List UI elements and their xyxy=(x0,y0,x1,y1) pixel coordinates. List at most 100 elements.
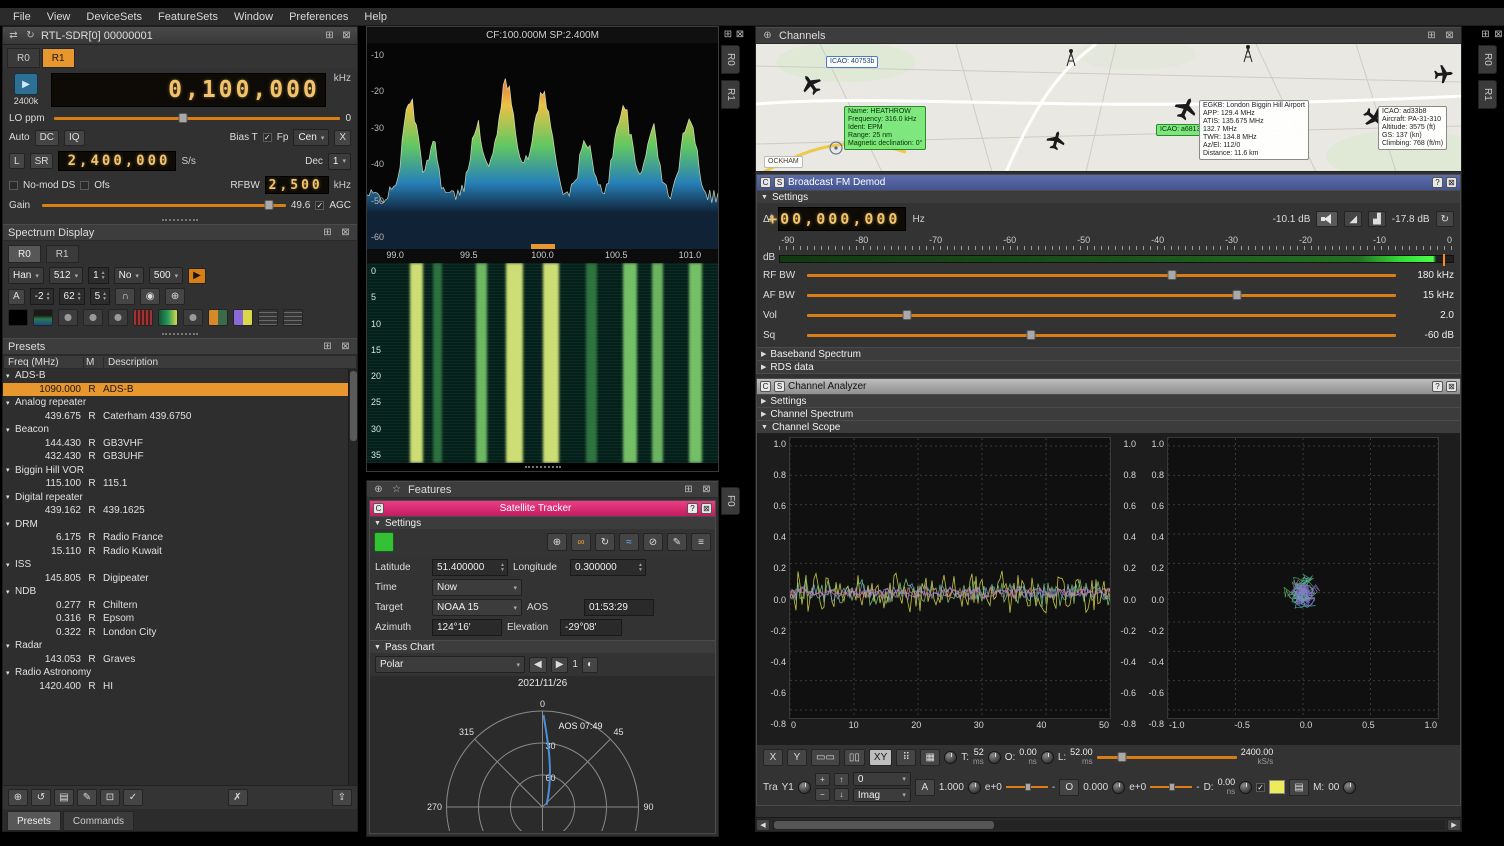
preset-row[interactable]: 439.162 R 439.1625 xyxy=(3,504,357,518)
load-preset-button[interactable]: ✓ xyxy=(123,789,143,806)
save-preset-button[interactable]: ▤ xyxy=(54,789,74,806)
latitude-field[interactable]: 51.400000▲▼ xyxy=(432,559,508,576)
save-trace-button[interactable]: ▤ xyxy=(1289,779,1309,796)
scroll-left-button[interactable]: ◀ xyxy=(756,819,770,831)
star-icon[interactable]: ☆ xyxy=(390,483,403,496)
trace-color-swatch[interactable] xyxy=(1269,780,1285,794)
tree-expand-icon[interactable] xyxy=(3,466,15,474)
dock-tab-r1[interactable]: R1 xyxy=(721,80,740,109)
map-label-heathrow[interactable]: Name: HEATHROWFrequency: 316.0 kHzIdent:… xyxy=(844,106,926,150)
lock-button[interactable]: L xyxy=(9,153,25,169)
remove-trace-button[interactable]: − xyxy=(815,788,830,801)
dock-tab-f0[interactable]: F0 xyxy=(721,487,740,515)
preset-row[interactable]: Digital repeater xyxy=(3,491,357,505)
menu-item[interactable]: Help xyxy=(357,10,394,24)
squelch-slider[interactable] xyxy=(807,329,1396,341)
device-list-button[interactable]: ≡ xyxy=(691,533,711,551)
edit-preset-button[interactable]: ✎ xyxy=(77,789,97,806)
presets-scrollbar[interactable] xyxy=(348,369,357,785)
display-option-button[interactable] xyxy=(108,309,128,326)
display-option-button[interactable] xyxy=(83,309,103,326)
dock-tab-r0[interactable]: R0 xyxy=(721,45,740,74)
memory-knob[interactable] xyxy=(1343,781,1356,794)
volume-slider[interactable] xyxy=(807,309,1396,321)
menu-item[interactable]: Preferences xyxy=(282,10,355,24)
polar-grid-button[interactable]: ⠿ xyxy=(896,749,916,766)
tab-commands[interactable]: Commands xyxy=(63,811,134,831)
tree-expand-icon[interactable] xyxy=(3,669,15,677)
longitude-field[interactable]: 0.300000▲▼ xyxy=(570,559,646,576)
rf-power-icon[interactable]: ◉ xyxy=(140,288,160,305)
track-target-button[interactable]: ⊕ xyxy=(547,533,567,551)
scope-trace-plot[interactable] xyxy=(789,437,1111,719)
preset-row[interactable]: Beacon xyxy=(3,423,357,437)
close-icon[interactable]: ⊠ xyxy=(735,28,745,41)
level-spinbox[interactable]: 5▲▼ xyxy=(90,288,111,305)
stream-button[interactable]: S xyxy=(774,177,785,188)
preset-row[interactable]: 145.805 R Digipeater xyxy=(3,572,357,586)
tab-r1[interactable]: R1 xyxy=(42,48,75,68)
maximize-icon[interactable]: ⊞ xyxy=(321,226,334,239)
trace-length-slider[interactable] xyxy=(1097,751,1237,763)
xy-constellation-plot[interactable] xyxy=(1167,437,1439,719)
maximize-icon[interactable]: ⊞ xyxy=(321,340,334,353)
chart-type-select[interactable]: Polar▾ xyxy=(375,656,525,673)
tree-expand-icon[interactable] xyxy=(3,561,15,569)
preset-row[interactable]: 144.430 R GB3VHF xyxy=(3,437,357,451)
y-only-button[interactable]: Y xyxy=(787,749,807,766)
preset-row[interactable]: NDB xyxy=(3,585,357,599)
next-pass-button[interactable]: ▶ xyxy=(551,657,569,673)
preset-row[interactable]: 439.675 R Caterham 439.6750 xyxy=(3,410,357,424)
tab-r0[interactable]: R0 xyxy=(8,245,41,263)
settings-section-bar[interactable]: ▼Settings xyxy=(757,190,1460,203)
x-only-button[interactable]: X xyxy=(763,749,783,766)
autoscale-button[interactable]: A xyxy=(8,289,25,305)
add-feature-icon[interactable]: ⊕ xyxy=(372,483,385,496)
tree-expand-icon[interactable] xyxy=(3,642,15,650)
channel-color-button[interactable]: C xyxy=(760,381,771,392)
update-tle-button[interactable]: ↻ xyxy=(595,533,615,551)
display-option-button[interactable] xyxy=(158,309,178,326)
preset-row[interactable]: DRM xyxy=(3,518,357,532)
close-icon[interactable]: ⊠ xyxy=(1443,29,1456,42)
close-icon[interactable]: ⊠ xyxy=(339,226,352,239)
settings-section-bar[interactable]: ▼Settings xyxy=(370,516,715,529)
gain-slider[interactable] xyxy=(42,199,286,211)
bias-t-checkbox[interactable]: ✓ xyxy=(263,133,272,142)
preset-row[interactable]: ADS-B xyxy=(3,369,357,383)
move-icon[interactable]: ⇄ xyxy=(7,29,20,42)
baseband-spectrum-section-bar[interactable]: ▶Baseband Spectrum xyxy=(757,347,1460,360)
channel-color-button[interactable]: C xyxy=(760,177,771,188)
close-button[interactable]: ⊠ xyxy=(1446,381,1457,392)
decimation-select[interactable]: 1▾ xyxy=(328,153,351,170)
help-button[interactable]: ? xyxy=(1432,177,1443,188)
iq-button[interactable]: IQ xyxy=(64,130,85,146)
map-label-aircraft-info[interactable]: ICAO: ad33b8Aircraft: PA-31-310Altitude:… xyxy=(1378,106,1447,150)
center-frequency-display[interactable]: 0,100,000 xyxy=(51,73,326,107)
close-icon[interactable]: ⊠ xyxy=(1493,28,1504,41)
de-emphasis-button[interactable]: ◢ xyxy=(1344,211,1362,227)
preset-row[interactable]: 15.110 R Radio Kuwait xyxy=(3,545,357,559)
previous-pass-button[interactable]: ◀ xyxy=(529,657,547,673)
frequency-cursor[interactable] xyxy=(531,244,555,249)
time-base-knob[interactable] xyxy=(944,751,957,764)
averaging-spinbox[interactable]: 1▲▼ xyxy=(88,267,109,284)
start-tracker-button[interactable] xyxy=(374,532,394,552)
rf-bw-slider[interactable] xyxy=(807,269,1396,281)
resize-grip[interactable] xyxy=(367,463,718,471)
vertical-split-button[interactable]: ▯▯ xyxy=(844,749,865,766)
fft-window-select[interactable]: Han▾ xyxy=(8,267,44,284)
new-preset-button[interactable]: ⊕ xyxy=(8,789,28,806)
ofs-fine-slider[interactable] xyxy=(1150,782,1192,792)
display-option-button[interactable] xyxy=(233,309,253,326)
averaging-mode-select[interactable]: No▾ xyxy=(114,267,144,284)
tree-expand-icon[interactable] xyxy=(3,493,15,501)
af-bw-slider[interactable] xyxy=(807,289,1396,301)
preset-row[interactable]: 432.430 R GB3UHF xyxy=(3,450,357,464)
help-button[interactable]: ? xyxy=(687,503,698,514)
refresh-rate-select[interactable]: 500▾ xyxy=(149,267,183,284)
target-select[interactable]: NOAA 15▾ xyxy=(432,599,522,616)
map-label-icao[interactable]: ICAO: 40753b xyxy=(826,56,878,68)
channel-analyzer-titlebar[interactable]: C S Channel Analyzer ? ⊠ xyxy=(757,379,1460,394)
help-button[interactable]: ? xyxy=(1432,381,1443,392)
